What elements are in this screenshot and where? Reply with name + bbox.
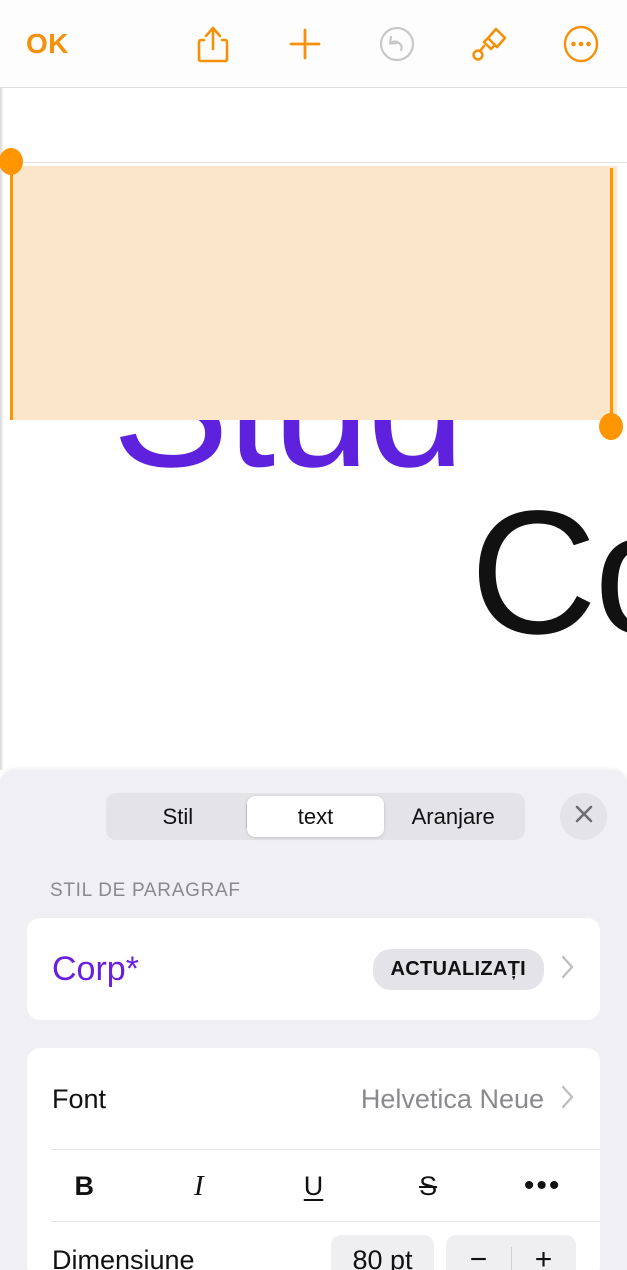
font-row-value: Helvetica Neue — [360, 1083, 544, 1114]
font-size-value[interactable]: 80 pt — [331, 1234, 434, 1270]
selection-handle-end-bar — [610, 168, 613, 420]
paragraph-style-card: Corp* ACTUALIZAȚI — [27, 918, 600, 1020]
italic-button[interactable]: I — [142, 1150, 257, 1222]
font-size-increment-button[interactable]: + — [511, 1235, 576, 1270]
tab-text-label: text — [297, 803, 334, 829]
ok-button-label: OK — [26, 27, 69, 59]
ok-button[interactable]: OK — [0, 0, 110, 88]
text-selection-highlight — [10, 166, 617, 420]
close-panel-button[interactable] — [560, 793, 607, 840]
font-size-stepper: − + — [446, 1234, 576, 1270]
font-size-decrement-button[interactable]: − — [446, 1235, 511, 1270]
more-format-button[interactable]: ••• — [485, 1150, 600, 1222]
tab-text[interactable]: text — [246, 796, 385, 837]
more-icon — [559, 22, 603, 66]
font-disclosure[interactable] — [560, 1083, 576, 1116]
document-canvas[interactable]: Light Stud Corp Light — [0, 88, 627, 770]
update-style-button[interactable]: ACTUALIZAȚI — [372, 948, 544, 990]
undo-button[interactable] — [351, 0, 443, 88]
paragraph-style-name: Corp* — [52, 949, 139, 988]
chevron-right-icon — [560, 953, 576, 986]
add-button[interactable] — [259, 0, 351, 88]
bold-button[interactable]: B — [27, 1150, 142, 1222]
format-brush-icon — [467, 22, 511, 66]
tab-stil[interactable]: Stil — [109, 796, 247, 837]
font-row-label: Font — [52, 1083, 107, 1114]
document-text-line-3: Corp — [470, 474, 627, 671]
close-icon — [572, 802, 596, 831]
tab-aranjare-label: Aranjare — [411, 803, 495, 829]
page-left-edge — [0, 88, 3, 770]
format-brush-button[interactable] — [443, 0, 535, 88]
paragraph-style-row[interactable]: Corp* ACTUALIZAȚI — [27, 918, 600, 1020]
undo-icon — [376, 23, 418, 65]
paragraph-style-disclosure[interactable] — [560, 953, 576, 986]
share-icon — [195, 23, 231, 65]
font-size-row: Dimensiune 80 pt − + — [27, 1222, 600, 1270]
tab-aranjare[interactable]: Aranjare — [384, 796, 522, 837]
add-icon — [285, 24, 325, 64]
underline-button[interactable]: U — [256, 1150, 371, 1222]
more-button[interactable] — [535, 0, 627, 88]
paragraph-style-section-label: STIL DE PARAGRAF — [50, 880, 241, 901]
share-button[interactable] — [167, 0, 259, 88]
tab-stil-label: Stil — [162, 803, 194, 829]
top-toolbar: OK — [0, 0, 627, 88]
font-row[interactable]: Font Helvetica Neue — [27, 1048, 600, 1150]
stepper-separator — [511, 1246, 512, 1270]
text-format-buttons-row: B I U S ••• — [27, 1150, 600, 1222]
chevron-right-icon — [560, 1083, 576, 1116]
app-screen: OK C Stil text Aranjare STIL DE PARAGRAF… — [0, 0, 627, 1270]
format-panel-segmented-control[interactable]: Stil text Aranjare — [106, 793, 525, 840]
strikethrough-button[interactable]: S — [371, 1150, 486, 1222]
font-card: Font Helvetica Neue B I U S ••• Dimensiu… — [27, 1048, 600, 1270]
selection-handle-end-knob[interactable] — [599, 413, 623, 440]
font-size-label: Dimensiune — [52, 1244, 195, 1270]
selection-handle-start-bar — [10, 162, 13, 420]
